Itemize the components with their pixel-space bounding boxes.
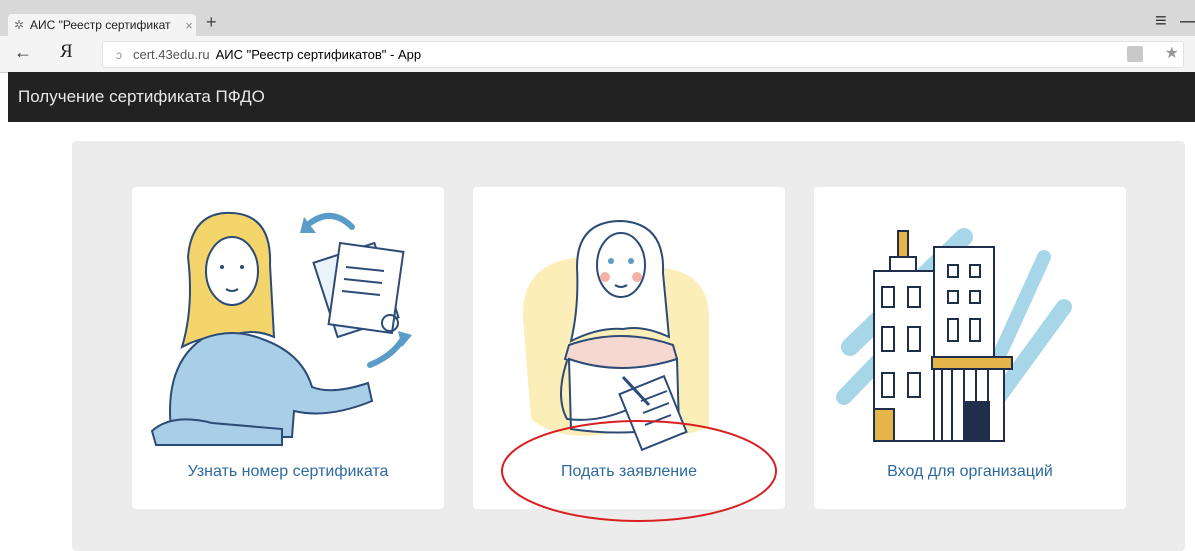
browser-tab-strip: ✲ АИС "Реестр сертификат × + ≡ —: [0, 0, 1195, 36]
address-bar: ← Я ↄ cert.43edu.ru АИС "Реестр сертифик…: [0, 36, 1195, 73]
card-organization-login[interactable]: Вход для организаций: [814, 187, 1126, 509]
tab-title: АИС "Реестр сертификат: [30, 18, 171, 32]
url-field[interactable]: ↄ cert.43edu.ru АИС "Реестр сертификатов…: [102, 41, 1184, 68]
card-find-certificate-number[interactable]: Узнать номер сертификата: [132, 187, 444, 509]
new-tab-button[interactable]: +: [206, 12, 217, 33]
card-submit-application[interactable]: Подать заявление: [473, 187, 785, 509]
back-button[interactable]: ←: [14, 42, 32, 63]
site-info-icon[interactable]: [1127, 46, 1143, 62]
favicon-icon: ✲: [13, 18, 25, 32]
site-header: Получение сертификата ПФДО: [8, 72, 1195, 122]
yandex-logo-button[interactable]: Я: [60, 41, 73, 63]
url-page-title: АИС "Реестр сертификатов" - App: [215, 47, 422, 62]
card-label[interactable]: Узнать номер сертификата: [132, 463, 444, 481]
browser-menu-icon[interactable]: ≡: [1155, 10, 1167, 33]
close-tab-icon[interactable]: ×: [182, 18, 196, 33]
woman-filling-form-illustration: [522, 219, 709, 452]
page-title[interactable]: Получение сертификата ПФДО: [18, 87, 265, 107]
bookmark-star-icon[interactable]: ★: [1165, 43, 1179, 63]
card-label[interactable]: Подать заявление: [473, 463, 785, 481]
content-panel: Узнать номер сертификата Подать заявлени…: [72, 141, 1185, 551]
office-building-illustration: [836, 228, 1072, 442]
woman-with-documents-illustration: [150, 211, 412, 446]
minimize-icon[interactable]: —: [1180, 10, 1195, 33]
card-label[interactable]: Вход для организаций: [814, 463, 1126, 481]
browser-tab[interactable]: ✲ АИС "Реестр сертификат ×: [8, 14, 196, 36]
url-domain: cert.43edu.ru: [133, 47, 210, 62]
reload-icon[interactable]: ↄ: [109, 48, 129, 62]
